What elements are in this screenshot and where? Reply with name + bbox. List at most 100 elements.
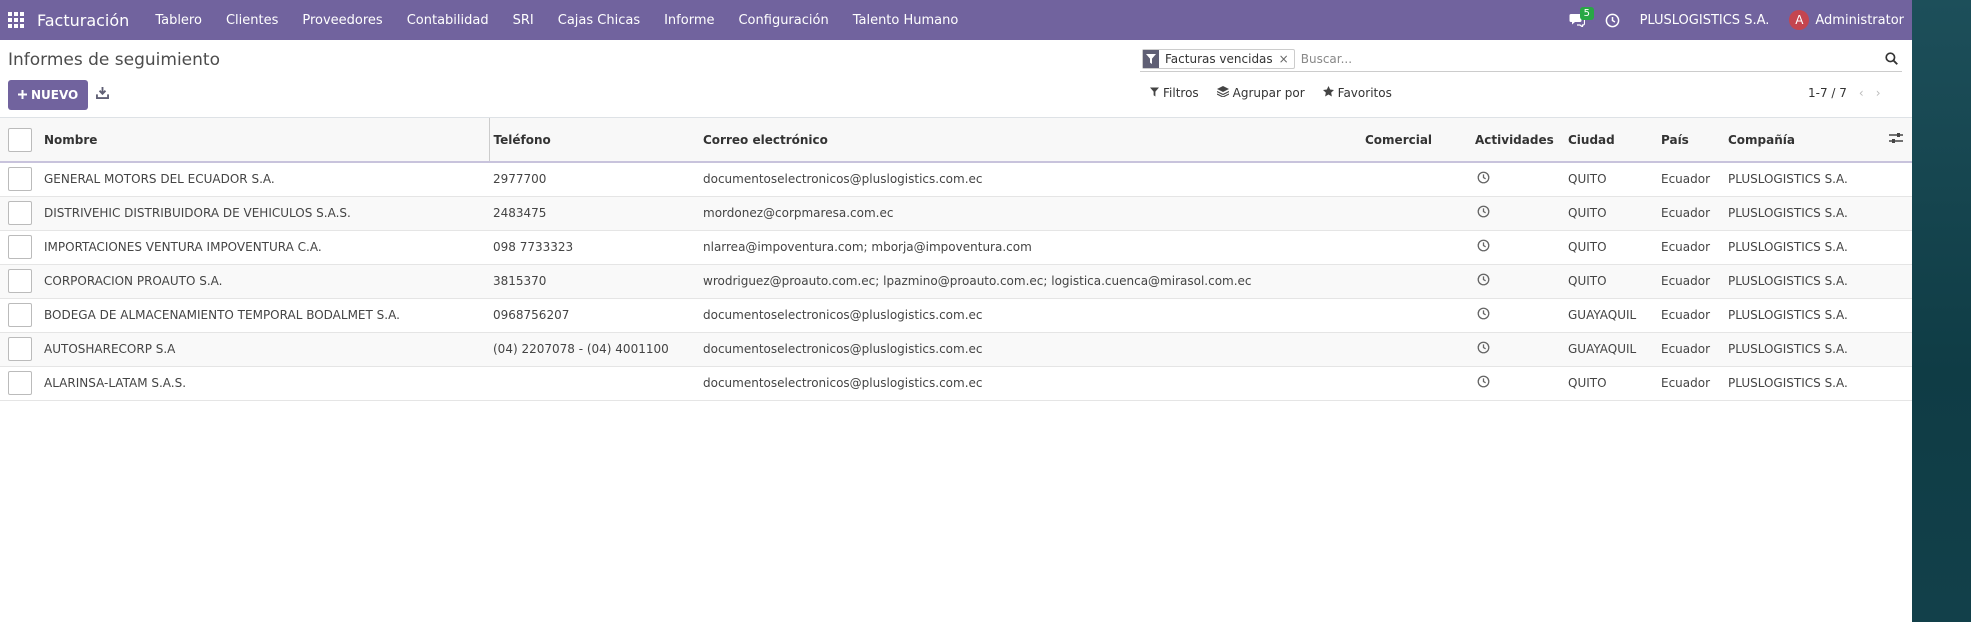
- chat-icon[interactable]: 5: [1562, 0, 1594, 40]
- select-all-checkbox[interactable]: [8, 127, 32, 152]
- cell-country[interactable]: Ecuador: [1657, 366, 1724, 400]
- favorites-toggle[interactable]: Favoritos: [1322, 86, 1392, 100]
- pager-value[interactable]: 1-7 / 7: [1808, 86, 1847, 100]
- cell-sales[interactable]: [1361, 196, 1471, 230]
- group-by-toggle[interactable]: Agrupar por: [1216, 86, 1305, 100]
- cell-country[interactable]: Ecuador: [1657, 264, 1724, 298]
- table-row[interactable]: GENERAL MOTORS DEL ECUADOR S.A. 2977700 do…: [0, 162, 1912, 196]
- row-checkbox[interactable]: [8, 235, 32, 259]
- filters-toggle[interactable]: Filtros: [1150, 86, 1199, 100]
- column-header-email[interactable]: Correo electrónico: [699, 118, 1361, 163]
- cell-email[interactable]: mordonez@corpmaresa.com.ec: [699, 196, 1361, 230]
- column-header-sales[interactable]: Comercial: [1361, 118, 1471, 163]
- column-header-city[interactable]: Ciudad: [1564, 118, 1657, 163]
- cell-name[interactable]: BODEGA DE ALMACENAMIENTO TEMPORAL BODALM…: [40, 298, 489, 332]
- menu-item-sri[interactable]: SRI: [501, 0, 546, 40]
- cell-city[interactable]: QUITO: [1564, 366, 1657, 400]
- cell-phone[interactable]: 2483475: [489, 196, 699, 230]
- app-brand[interactable]: Facturación: [37, 11, 129, 30]
- menu-item-clientes[interactable]: Clientes: [214, 0, 290, 40]
- menu-item-cajas-chicas[interactable]: Cajas Chicas: [546, 0, 652, 40]
- cell-country[interactable]: Ecuador: [1657, 298, 1724, 332]
- table-row[interactable]: DISTRIVEHIC DISTRIBUIDORA DE VEHICULOS S…: [0, 196, 1912, 230]
- column-header-activities[interactable]: Actividades: [1471, 118, 1564, 163]
- cell-phone[interactable]: 0968756207: [489, 298, 699, 332]
- cell-sales[interactable]: [1361, 162, 1471, 196]
- cell-email[interactable]: documentoselectronicos@pluslogistics.com…: [699, 332, 1361, 366]
- cell-city[interactable]: QUITO: [1564, 230, 1657, 264]
- cell-country[interactable]: Ecuador: [1657, 162, 1724, 196]
- cell-name[interactable]: AUTOSHARECORP S.A: [40, 332, 489, 366]
- cell-email[interactable]: wrodriguez@proauto.com.ec; lpazmino@proa…: [699, 264, 1361, 298]
- cell-city[interactable]: GUAYAQUIL: [1564, 298, 1657, 332]
- cell-name[interactable]: IMPORTACIONES VENTURA IMPOVENTURA C.A.: [40, 230, 489, 264]
- user-menu[interactable]: Administrator: [1815, 13, 1904, 28]
- activity-clock-icon[interactable]: [1477, 171, 1490, 187]
- cell-email[interactable]: nlarrea@impoventura.com; mborja@impovent…: [699, 230, 1361, 264]
- cell-phone[interactable]: 2977700: [489, 162, 699, 196]
- cell-phone[interactable]: (04) 2207078 - (04) 4001100: [489, 332, 699, 366]
- cell-sales[interactable]: [1361, 366, 1471, 400]
- menu-item-configuracion[interactable]: Configuración: [726, 0, 840, 40]
- search-icon[interactable]: [1880, 52, 1902, 65]
- cell-company[interactable]: PLUSLOGISTICS S.A.: [1724, 230, 1876, 264]
- cell-name[interactable]: CORPORACION PROAUTO S.A.: [40, 264, 489, 298]
- row-checkbox[interactable]: [8, 371, 32, 395]
- cell-country[interactable]: Ecuador: [1657, 196, 1724, 230]
- menu-item-proveedores[interactable]: Proveedores: [290, 0, 394, 40]
- activity-clock-icon[interactable]: [1477, 239, 1490, 255]
- cell-company[interactable]: PLUSLOGISTICS S.A.: [1724, 264, 1876, 298]
- row-checkbox[interactable]: [8, 337, 32, 361]
- activity-clock-icon[interactable]: [1477, 273, 1490, 289]
- cell-sales[interactable]: [1361, 332, 1471, 366]
- table-row[interactable]: BODEGA DE ALMACENAMIENTO TEMPORAL BODALM…: [0, 298, 1912, 332]
- column-header-phone[interactable]: Teléfono: [489, 118, 699, 163]
- cell-email[interactable]: documentoselectronicos@pluslogistics.com…: [699, 366, 1361, 400]
- table-row[interactable]: AUTOSHARECORP S.A (04) 2207078 - (04) 400…: [0, 332, 1912, 366]
- optional-columns-icon[interactable]: [1876, 118, 1912, 163]
- cell-sales[interactable]: [1361, 264, 1471, 298]
- cell-company[interactable]: PLUSLOGISTICS S.A.: [1724, 162, 1876, 196]
- row-checkbox[interactable]: [8, 303, 32, 327]
- pager-next-icon[interactable]: ›: [1876, 86, 1881, 100]
- column-header-name[interactable]: Nombre: [40, 118, 490, 163]
- pager-previous-icon[interactable]: ‹: [1859, 86, 1864, 100]
- activity-clock-icon[interactable]: [1477, 341, 1490, 357]
- table-row[interactable]: CORPORACION PROAUTO S.A. 3815370 wrodrigue…: [0, 264, 1912, 298]
- activity-clock-icon[interactable]: [1477, 205, 1490, 221]
- activity-clock-icon[interactable]: [1598, 0, 1628, 40]
- facet-remove-icon[interactable]: ×: [1279, 50, 1294, 68]
- row-checkbox[interactable]: [8, 269, 32, 293]
- menu-item-talento-humano[interactable]: Talento Humano: [841, 0, 971, 40]
- table-row[interactable]: IMPORTACIONES VENTURA IMPOVENTURA C.A. 09…: [0, 230, 1912, 264]
- avatar[interactable]: A: [1789, 10, 1810, 30]
- cell-name[interactable]: GENERAL MOTORS DEL ECUADOR S.A.: [40, 162, 489, 196]
- company-switcher[interactable]: PLUSLOGISTICS S.A.: [1628, 13, 1782, 28]
- cell-city[interactable]: QUITO: [1564, 264, 1657, 298]
- download-icon[interactable]: [96, 87, 109, 103]
- cell-company[interactable]: PLUSLOGISTICS S.A.: [1724, 366, 1876, 400]
- cell-company[interactable]: PLUSLOGISTICS S.A.: [1724, 298, 1876, 332]
- cell-phone[interactable]: 098 7733323: [489, 230, 699, 264]
- cell-name[interactable]: ALARINSA-LATAM S.A.S.: [40, 366, 489, 400]
- menu-item-informe[interactable]: Informe: [652, 0, 726, 40]
- menu-item-tablero[interactable]: Tablero: [143, 0, 214, 40]
- table-row[interactable]: ALARINSA-LATAM S.A.S. documentoselectroni…: [0, 366, 1912, 400]
- cell-sales[interactable]: [1361, 298, 1471, 332]
- cell-sales[interactable]: [1361, 230, 1471, 264]
- cell-phone[interactable]: [489, 366, 699, 400]
- search-input[interactable]: [1300, 51, 1880, 66]
- activity-clock-icon[interactable]: [1477, 375, 1490, 391]
- row-checkbox[interactable]: [8, 167, 32, 192]
- cell-company[interactable]: PLUSLOGISTICS S.A.: [1724, 196, 1876, 230]
- cell-country[interactable]: Ecuador: [1657, 332, 1724, 366]
- row-checkbox[interactable]: [8, 201, 32, 225]
- cell-company[interactable]: PLUSLOGISTICS S.A.: [1724, 332, 1876, 366]
- cell-name[interactable]: DISTRIVEHIC DISTRIBUIDORA DE VEHICULOS S…: [40, 196, 489, 230]
- cell-city[interactable]: QUITO: [1564, 196, 1657, 230]
- cell-city[interactable]: QUITO: [1564, 162, 1657, 196]
- new-button[interactable]: NUEVO: [8, 80, 89, 110]
- activity-clock-icon[interactable]: [1477, 307, 1490, 323]
- apps-menu-icon[interactable]: [0, 0, 32, 40]
- cell-email[interactable]: documentoselectronicos@pluslogistics.com…: [699, 162, 1361, 196]
